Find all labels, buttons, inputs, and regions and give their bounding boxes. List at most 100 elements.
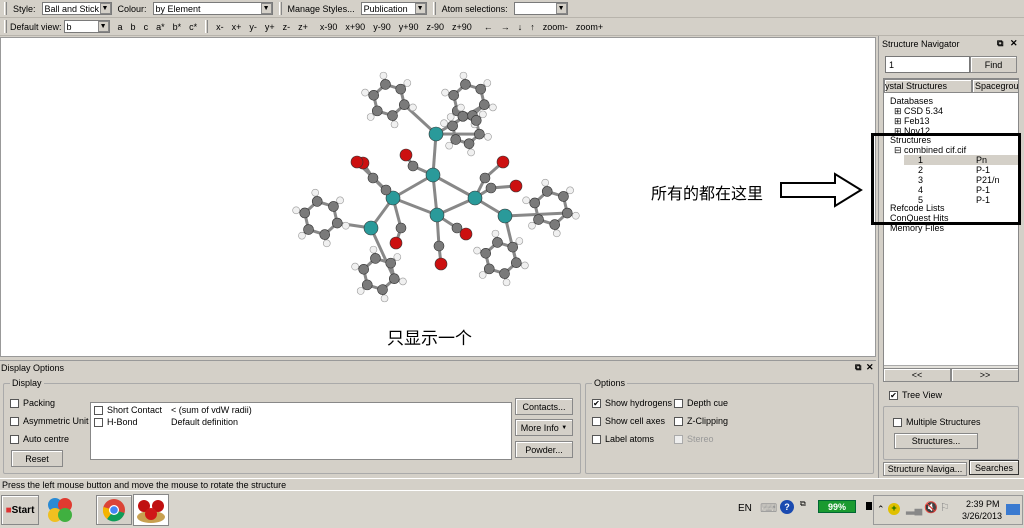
column-header-structures[interactable]: ystal Structures bbox=[884, 79, 972, 93]
close-icon[interactable]: ✕ bbox=[1010, 38, 1018, 49]
show-hidden-icons[interactable]: ⌃ bbox=[877, 504, 885, 515]
chrome-taskbar-button[interactable] bbox=[96, 495, 132, 525]
powder-button[interactable]: Powder... bbox=[515, 441, 573, 458]
float-icon[interactable]: ⧉ bbox=[997, 38, 1003, 49]
rotate-x-minus-90[interactable]: x-90 bbox=[320, 22, 338, 32]
language-indicator[interactable]: EN bbox=[738, 503, 752, 514]
help-icon[interactable]: ? bbox=[780, 500, 794, 514]
clock-time[interactable]: 2:39 PM bbox=[966, 499, 1000, 509]
rotate-x-minus[interactable]: x- bbox=[216, 22, 224, 32]
atom bbox=[541, 186, 553, 197]
packing-checkbox[interactable]: Packing bbox=[10, 398, 55, 408]
atom-selections-select[interactable]: ▼ bbox=[513, 2, 568, 15]
depth-cue-checkbox[interactable]: Depth cue bbox=[674, 398, 728, 408]
tree-view-label: Tree View bbox=[902, 390, 943, 400]
contacts-button[interactable]: Contacts... bbox=[515, 398, 573, 415]
style-select[interactable]: Ball and Stick ▼ bbox=[41, 2, 112, 15]
manage-styles-button[interactable]: Manage Styles... bbox=[288, 4, 355, 14]
zoom-in-button[interactable]: zoom+ bbox=[576, 22, 603, 32]
zoom-out-button[interactable]: zoom- bbox=[543, 22, 568, 32]
volume-muted-icon[interactable]: 🔇 bbox=[924, 501, 938, 514]
checkbox[interactable] bbox=[94, 417, 103, 427]
contact-row[interactable]: Short Contact < (sum of vdW radii) bbox=[94, 405, 252, 415]
more-info-button[interactable]: More Info ▼ bbox=[515, 419, 573, 436]
clock-date[interactable]: 3/26/2013 bbox=[962, 511, 1002, 521]
network-icon[interactable]: ▂▄ bbox=[906, 502, 922, 515]
auto-centre-checkbox[interactable]: Auto centre bbox=[10, 434, 69, 444]
move-down-icon[interactable]: ↓ bbox=[518, 22, 523, 32]
app-launcher-icon[interactable] bbox=[46, 496, 74, 524]
rotate-y-plus[interactable]: y+ bbox=[265, 22, 275, 32]
rotate-z-minus[interactable]: z- bbox=[283, 22, 291, 32]
show-cell-axes-checkbox[interactable]: Show cell axes bbox=[592, 416, 665, 426]
view-b[interactable]: b bbox=[131, 22, 136, 32]
mercury-taskbar-button[interactable] bbox=[133, 494, 169, 526]
toolbar-grip[interactable] bbox=[4, 2, 7, 15]
structures-button[interactable]: Structures... bbox=[894, 433, 978, 449]
multiple-structures-checkbox[interactable]: Multiple Structures bbox=[893, 417, 981, 427]
tree-databases[interactable]: Databases bbox=[890, 96, 933, 106]
checkbox[interactable] bbox=[10, 398, 19, 408]
battery-indicator[interactable]: 99% bbox=[818, 500, 856, 513]
z-clipping-checkbox[interactable]: Z-Clipping bbox=[674, 416, 728, 426]
checkbox[interactable] bbox=[10, 416, 19, 426]
checkbox[interactable] bbox=[674, 416, 683, 426]
update-icon[interactable]: + bbox=[888, 503, 900, 515]
tab-structure-navigator[interactable]: Structure Naviga... bbox=[883, 462, 967, 476]
flag-icon[interactable]: ⚐ bbox=[940, 501, 950, 514]
show-desktop-button[interactable] bbox=[1006, 504, 1020, 515]
view-c-star[interactable]: c* bbox=[189, 22, 197, 32]
checkbox-checked[interactable]: ✔ bbox=[592, 398, 601, 408]
view-b-star[interactable]: b* bbox=[173, 22, 182, 32]
asymmetric-unit-checkbox[interactable]: Asymmetric Unit bbox=[10, 416, 89, 426]
restore-icon[interactable]: ⧉ bbox=[800, 499, 806, 509]
show-hydrogens-checkbox[interactable]: ✔ Show hydrogens bbox=[592, 398, 672, 408]
rotate-x-plus[interactable]: x+ bbox=[232, 22, 242, 32]
reset-button[interactable]: Reset bbox=[11, 450, 63, 467]
rotate-x-plus-90[interactable]: x+90 bbox=[345, 22, 365, 32]
contacts-list[interactable]: Short Contact < (sum of vdW radii) H-Bond… bbox=[90, 402, 512, 460]
rotate-z-plus-90[interactable]: z+90 bbox=[452, 22, 472, 32]
checkbox[interactable] bbox=[893, 417, 902, 427]
view-c[interactable]: c bbox=[144, 22, 149, 32]
structure-tree[interactable]: ystal Structures Spacegroup Databases ⊞ … bbox=[883, 78, 1019, 378]
colour-select[interactable]: by Element ▼ bbox=[152, 2, 273, 15]
structure-viewer[interactable]: 所有的都在这里 只显示一个 bbox=[0, 37, 876, 357]
checkbox[interactable] bbox=[592, 416, 601, 426]
checkbox[interactable] bbox=[94, 405, 103, 415]
manage-style-select[interactable]: Publication ▼ bbox=[360, 2, 427, 15]
find-button[interactable]: Find bbox=[970, 56, 1017, 73]
rotate-z-plus[interactable]: z+ bbox=[298, 22, 308, 32]
checkbox-checked[interactable]: ✔ bbox=[889, 390, 898, 400]
checkbox[interactable] bbox=[10, 434, 19, 444]
move-up-icon[interactable]: ↑ bbox=[530, 22, 535, 32]
move-left-icon[interactable]: ← bbox=[484, 22, 493, 32]
atom bbox=[380, 184, 392, 196]
start-button[interactable]: ■ Start bbox=[1, 495, 39, 525]
rotate-y-plus-90[interactable]: y+90 bbox=[399, 22, 419, 32]
default-view-select[interactable]: b ▼ bbox=[63, 20, 110, 33]
keyboard-icon[interactable]: ⌨ bbox=[760, 501, 777, 515]
checkbox[interactable] bbox=[592, 434, 601, 444]
contact-row[interactable]: H-Bond Default definition bbox=[94, 417, 238, 427]
tab-searches[interactable]: Searches bbox=[969, 460, 1019, 475]
next-button[interactable]: >> bbox=[951, 368, 1019, 382]
float-icon[interactable]: ⧉ bbox=[855, 362, 861, 373]
checkbox[interactable] bbox=[674, 398, 683, 408]
label-atoms-checkbox[interactable]: Label atoms bbox=[592, 434, 654, 444]
navigator-search-input[interactable]: 1 bbox=[885, 56, 970, 73]
toolbar-grip[interactable] bbox=[278, 2, 282, 15]
tree-view-checkbox[interactable]: ✔ Tree View bbox=[889, 390, 942, 400]
rotate-z-minus-90[interactable]: z-90 bbox=[427, 22, 445, 32]
close-icon[interactable]: ✕ bbox=[866, 362, 874, 373]
move-right-icon[interactable]: → bbox=[501, 22, 510, 32]
toolbar-grip[interactable] bbox=[205, 20, 209, 33]
view-a-star[interactable]: a* bbox=[156, 22, 165, 32]
rotate-y-minus-90[interactable]: y-90 bbox=[373, 22, 391, 32]
toolbar-grip[interactable] bbox=[432, 2, 436, 15]
column-header-spacegroup[interactable]: Spacegroup bbox=[972, 79, 1018, 93]
rotate-y-minus[interactable]: y- bbox=[249, 22, 257, 32]
view-a[interactable]: a bbox=[118, 22, 123, 32]
previous-button[interactable]: << bbox=[883, 368, 951, 382]
toolbar-grip[interactable] bbox=[4, 20, 7, 33]
